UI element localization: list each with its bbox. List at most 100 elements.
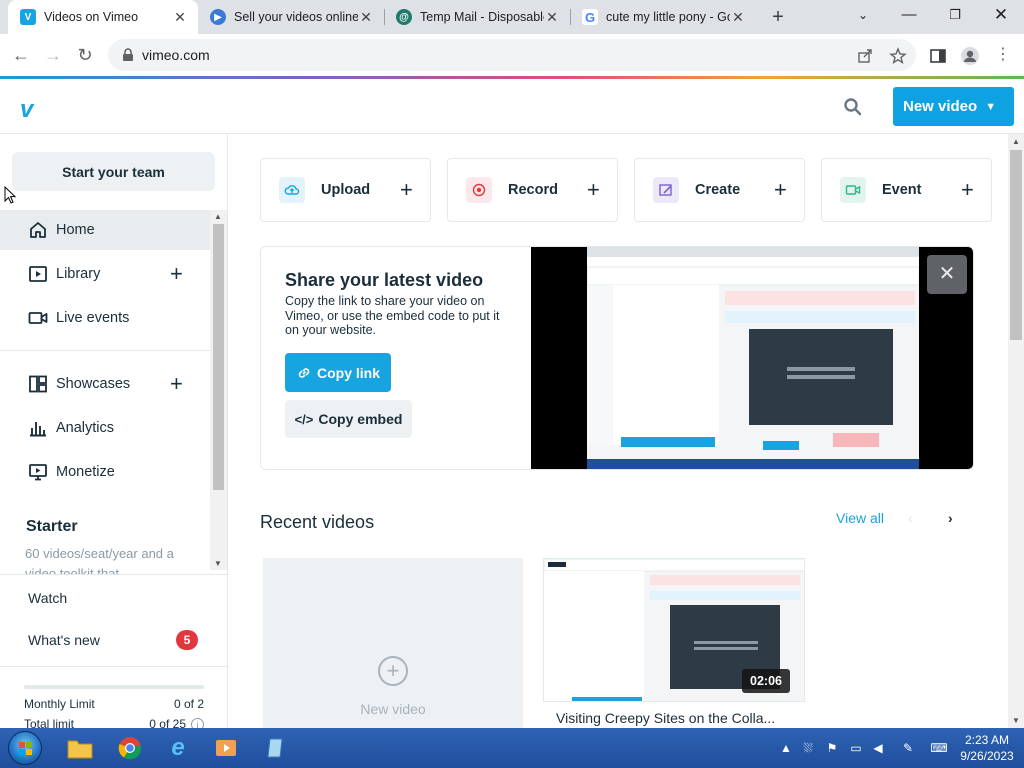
- link-icon: [298, 367, 310, 378]
- restore-button[interactable]: ❐: [932, 0, 978, 30]
- sidebar-item-showcases[interactable]: Showcases +: [0, 364, 210, 404]
- copy-link-button[interactable]: Copy link: [285, 353, 391, 392]
- copy-embed-button[interactable]: </> Copy embed: [285, 400, 412, 438]
- upload-cloud-icon: [279, 177, 305, 203]
- share-description: Copy the link to share your video on Vim…: [285, 294, 500, 337]
- tab-search-chevron-icon[interactable]: ⌄: [840, 0, 886, 30]
- close-tab-icon[interactable]: ✕: [358, 9, 374, 26]
- monthly-limit-row: Monthly Limit 0 of 2: [24, 697, 204, 711]
- file-explorer-icon[interactable]: [60, 732, 100, 764]
- browser-tab-temp-mail[interactable]: @ Temp Mail - Disposable ✕: [384, 0, 570, 34]
- windows-taskbar: e ▲ ⛆ ⚑ ▭ ◀ ✎ ⌨ 2:23 AM 9/26/2023: [0, 728, 1024, 768]
- video-preview-thumbnail: [586, 247, 920, 469]
- embed-code-icon: </>: [294, 411, 314, 427]
- sidebar-item-analytics[interactable]: Analytics: [0, 408, 210, 448]
- network-icon[interactable]: ⛆: [800, 740, 816, 756]
- copy-link-label: Copy link: [316, 364, 380, 381]
- add-showcase-icon[interactable]: +: [170, 371, 183, 397]
- system-clock[interactable]: 2:23 AM 9/26/2023: [954, 732, 1020, 764]
- chrome-icon[interactable]: [110, 732, 150, 764]
- plus-icon: +: [587, 177, 600, 202]
- profile-avatar-icon[interactable]: [960, 46, 980, 66]
- video-duration-badge: 02:06: [742, 669, 790, 693]
- next-page-chevron-icon[interactable]: ›: [948, 510, 953, 526]
- share-icon[interactable]: [856, 47, 874, 65]
- bookmark-star-icon[interactable]: [889, 47, 907, 65]
- scroll-down-arrow-icon[interactable]: ▼: [1012, 716, 1020, 725]
- close-preview-button[interactable]: ✕: [927, 255, 967, 294]
- sidebar-scroll-thumb[interactable]: [213, 224, 224, 490]
- scroll-up-arrow-icon[interactable]: ▲: [214, 212, 222, 221]
- plan-description: 60 videos/seat/year and a video toolkit …: [25, 546, 174, 574]
- close-tab-icon[interactable]: ✕: [730, 9, 746, 26]
- video-preview[interactable]: ✕: [531, 247, 973, 469]
- close-tab-icon[interactable]: ✕: [544, 9, 560, 26]
- prev-page-chevron-icon[interactable]: ‹: [908, 510, 913, 526]
- start-your-team-button[interactable]: Start your team: [12, 152, 215, 191]
- browser-menu-icon[interactable]: ⋮: [990, 42, 1016, 68]
- action-center-flag-icon[interactable]: ⚑: [824, 740, 840, 756]
- video-card[interactable]: 02:06 Visiting Creepy Sites on the Colla…: [543, 558, 805, 728]
- pen-icon[interactable]: ✎: [900, 740, 916, 756]
- volume-icon[interactable]: ◀: [870, 740, 886, 756]
- keyboard-icon[interactable]: ⌨: [928, 740, 950, 756]
- upload-card[interactable]: Upload +: [260, 158, 431, 222]
- sidebar: Start your team Home Library + Live even…: [0, 134, 228, 728]
- scroll-down-arrow-icon[interactable]: ▼: [214, 559, 222, 568]
- scroll-up-arrow-icon[interactable]: ▲: [1012, 137, 1020, 146]
- new-video-button[interactable]: New video ▼: [893, 87, 1014, 126]
- browser-tab-google[interactable]: G cute my little pony - Go ✕: [570, 0, 756, 34]
- sidebar-item-library[interactable]: Library +: [0, 254, 210, 294]
- watch-link[interactable]: Watch: [28, 590, 67, 606]
- new-video-tile[interactable]: + New video: [263, 558, 523, 728]
- sidebar-item-home[interactable]: Home: [0, 210, 210, 250]
- search-icon[interactable]: [843, 97, 863, 117]
- browser-tab-sell-videos[interactable]: ▶ Sell your videos online ✕: [198, 0, 384, 34]
- start-button[interactable]: [8, 731, 42, 765]
- sidebar-scrollbar[interactable]: ▲ ▼: [210, 210, 227, 570]
- main-content: Upload + Record + Create + Event + Share…: [228, 134, 1008, 728]
- add-library-icon[interactable]: +: [170, 261, 183, 287]
- display-icon[interactable]: ▭: [848, 740, 864, 756]
- clock-time: 2:23 AM: [964, 733, 1010, 747]
- address-bar[interactable]: vimeo.com: [108, 39, 916, 71]
- side-panel-icon[interactable]: [929, 47, 947, 65]
- vimeo-logo[interactable]: v: [20, 96, 33, 124]
- media-player-icon[interactable]: [206, 732, 246, 764]
- whats-new-link[interactable]: What's new: [28, 632, 100, 648]
- internet-explorer-icon[interactable]: e: [158, 732, 198, 764]
- view-all-link[interactable]: View all: [836, 510, 884, 526]
- close-window-button[interactable]: ✕: [978, 0, 1024, 30]
- forward-button[interactable]: →: [40, 42, 66, 68]
- new-video-label: New video: [903, 98, 978, 115]
- record-card[interactable]: Record +: [447, 158, 618, 222]
- notification-badge: 5: [176, 630, 198, 650]
- vimeo-header: v New video ▼: [0, 79, 1024, 134]
- vimeo-icon: V: [20, 9, 36, 25]
- page-scroll-thumb[interactable]: [1010, 150, 1022, 340]
- sidebar-item-monetize[interactable]: Monetize: [0, 452, 210, 492]
- divider: [0, 666, 227, 667]
- sidebar-item-live-events[interactable]: Live events: [0, 298, 210, 338]
- info-icon[interactable]: i: [191, 717, 204, 728]
- tab-title: Sell your videos online: [234, 10, 358, 24]
- new-tab-button[interactable]: +: [766, 4, 790, 30]
- tab-title: cute my little pony - Go: [606, 10, 730, 24]
- divider: [0, 574, 227, 575]
- event-camera-icon: [840, 177, 866, 203]
- plus-icon: +: [774, 177, 787, 202]
- tab-title: Videos on Vimeo: [44, 10, 139, 24]
- minimize-button[interactable]: —: [886, 0, 932, 30]
- notepad-icon[interactable]: [256, 732, 296, 764]
- show-hidden-icons-chevron-icon[interactable]: ▲: [778, 740, 794, 756]
- close-tab-icon[interactable]: ✕: [172, 9, 188, 26]
- video-thumbnail[interactable]: 02:06: [543, 558, 805, 702]
- create-card[interactable]: Create +: [634, 158, 805, 222]
- page-scrollbar[interactable]: ▲ ▼: [1008, 134, 1024, 728]
- browser-tab-vimeo[interactable]: V Videos on Vimeo ✕: [8, 0, 198, 34]
- video-title[interactable]: Visiting Creepy Sites on the Colla...: [556, 710, 775, 726]
- reload-button[interactable]: ↻: [72, 42, 98, 68]
- back-button[interactable]: ←: [8, 42, 34, 68]
- add-circle-icon: +: [378, 656, 408, 686]
- event-card[interactable]: Event +: [821, 158, 992, 222]
